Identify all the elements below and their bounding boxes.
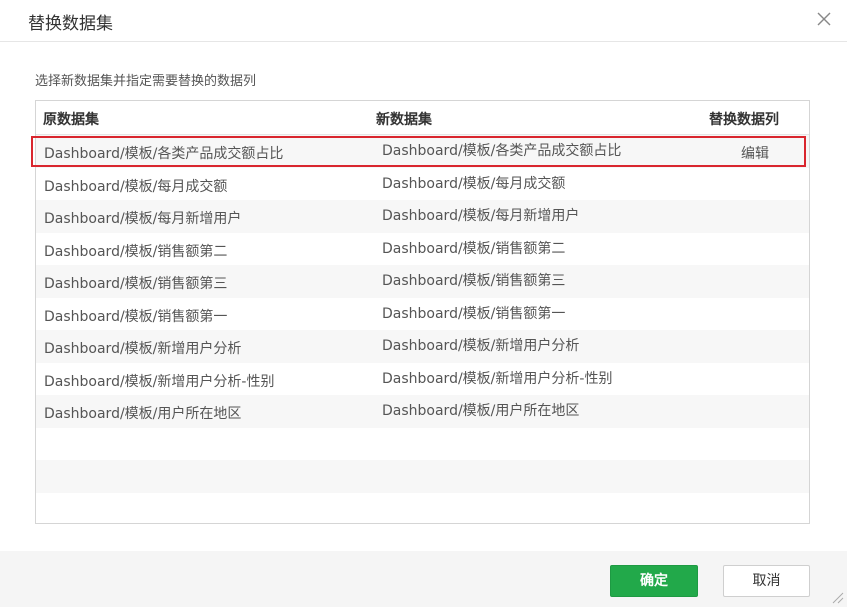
cell-original-dataset: Dashboard/模板/销售额第二 xyxy=(44,243,228,260)
replace-dataset-dialog: 替换数据集 选择新数据集并指定需要替换的数据列 原数据集 新数据集 替换数据列 … xyxy=(0,0,847,607)
cell-new-dataset[interactable]: Dashboard/模板/销售额第二 xyxy=(382,238,565,258)
cancel-button[interactable]: 取消 xyxy=(723,565,810,597)
cell-original-dataset: Dashboard/模板/新增用户分析-性别 xyxy=(44,373,275,390)
table-row[interactable]: Dashboard/模板/新增用户分析 Dashboard/模板/新增用户分析 xyxy=(36,330,809,363)
cell-new-dataset[interactable]: Dashboard/模板/销售额第三 xyxy=(382,270,565,290)
header-original: 原数据集 xyxy=(43,112,99,128)
dataset-table: 原数据集 新数据集 替换数据列 Dashboard/模板/各类产品成交额占比 Da… xyxy=(35,100,810,524)
instruction-text: 选择新数据集并指定需要替换的数据列 xyxy=(35,74,257,89)
cell-new-dataset[interactable]: Dashboard/模板/每月成交额 xyxy=(382,173,565,193)
cell-new-dataset[interactable]: Dashboard/模板/新增用户分析 xyxy=(382,335,579,355)
cell-original-dataset: Dashboard/模板/用户所在地区 xyxy=(44,406,242,422)
table-row[interactable] xyxy=(36,460,809,493)
cell-original-dataset: Dashboard/模板/新增用户分析 xyxy=(44,341,242,357)
title-bar: 替换数据集 xyxy=(0,0,847,42)
cell-original-dataset: Dashboard/模板/每月成交额 xyxy=(44,178,228,195)
table-row[interactable]: Dashboard/模板/每月成交额 Dashboard/模板/每月成交额 xyxy=(36,167,809,200)
cell-original-dataset: Dashboard/模板/各类产品成交额占比 xyxy=(44,146,284,162)
cell-new-dataset[interactable]: Dashboard/模板/销售额第一 xyxy=(382,303,565,323)
edit-columns-link[interactable]: 编辑 xyxy=(741,143,769,163)
table-row[interactable] xyxy=(36,427,809,460)
table-row[interactable]: Dashboard/模板/销售额第一 Dashboard/模板/销售额第一 xyxy=(36,297,809,330)
table-row[interactable]: Dashboard/模板/销售额第三 Dashboard/模板/销售额第三 xyxy=(36,265,809,298)
table-row[interactable]: Dashboard/模板/销售额第二 Dashboard/模板/销售额第二 xyxy=(36,232,809,265)
table-row[interactable] xyxy=(36,492,809,523)
cell-new-dataset[interactable]: Dashboard/模板/新增用户分析-性别 xyxy=(382,368,612,388)
dialog-title: 替换数据集 xyxy=(28,14,113,34)
table-row[interactable]: Dashboard/模板/各类产品成交额占比 Dashboard/模板/各类产品成… xyxy=(36,135,809,168)
cell-new-dataset[interactable]: Dashboard/模板/每月新增用户 xyxy=(382,205,579,225)
resize-grip-icon[interactable] xyxy=(830,590,844,604)
cell-new-dataset[interactable]: Dashboard/模板/各类产品成交额占比 xyxy=(382,140,621,160)
table-body: Dashboard/模板/各类产品成交额占比 Dashboard/模板/各类产品成… xyxy=(36,135,809,523)
table-header: 原数据集 新数据集 替换数据列 xyxy=(36,101,809,135)
close-icon[interactable] xyxy=(817,12,831,26)
ok-button[interactable]: 确定 xyxy=(610,565,698,597)
cell-original-dataset: Dashboard/模板/每月新增用户 xyxy=(44,211,242,227)
header-replace-columns: 替换数据列 xyxy=(709,112,779,128)
table-row[interactable]: Dashboard/模板/每月新增用户 Dashboard/模板/每月新增用户 xyxy=(36,200,809,233)
table-grid: 原数据集 新数据集 替换数据列 Dashboard/模板/各类产品成交额占比 Da… xyxy=(36,101,809,523)
cell-original-dataset: Dashboard/模板/销售额第一 xyxy=(44,308,228,325)
header-new: 新数据集 xyxy=(376,112,432,128)
dialog-footer xyxy=(0,551,847,607)
cell-new-dataset[interactable]: Dashboard/模板/用户所在地区 xyxy=(382,400,579,420)
cell-original-dataset: Dashboard/模板/销售额第三 xyxy=(44,276,228,292)
table-row[interactable]: Dashboard/模板/用户所在地区 Dashboard/模板/用户所在地区 xyxy=(36,395,809,428)
table-row[interactable]: Dashboard/模板/新增用户分析-性别 Dashboard/模板/新增用户分… xyxy=(36,362,809,395)
